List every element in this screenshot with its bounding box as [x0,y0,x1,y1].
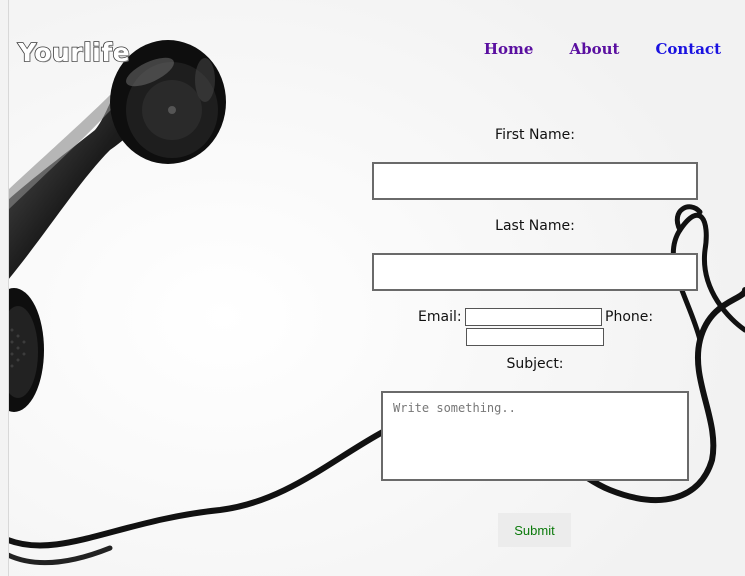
phone-input[interactable] [466,328,604,346]
subject-textarea[interactable] [381,391,689,481]
nav-home-link[interactable]: Home [484,40,534,58]
contact-page: Yourlife Home About Contact First Name: … [0,0,745,576]
top-nav: Home About Contact [484,40,721,58]
site-logo[interactable]: Yourlife [17,37,130,68]
nav-contact-link[interactable]: Contact [655,40,721,58]
last-name-input[interactable] [372,253,698,291]
subject-label: Subject: [506,356,564,372]
email-label: Email: [418,309,462,325]
nav-about-link[interactable]: About [569,40,619,58]
phone-label: Phone: [605,309,654,325]
email-input[interactable] [465,308,602,326]
first-name-input[interactable] [372,162,698,200]
first-name-label: First Name: [495,127,575,143]
submit-button[interactable]: Submit [498,513,571,547]
page-left-border [0,0,9,576]
last-name-label: Last Name: [495,218,575,234]
